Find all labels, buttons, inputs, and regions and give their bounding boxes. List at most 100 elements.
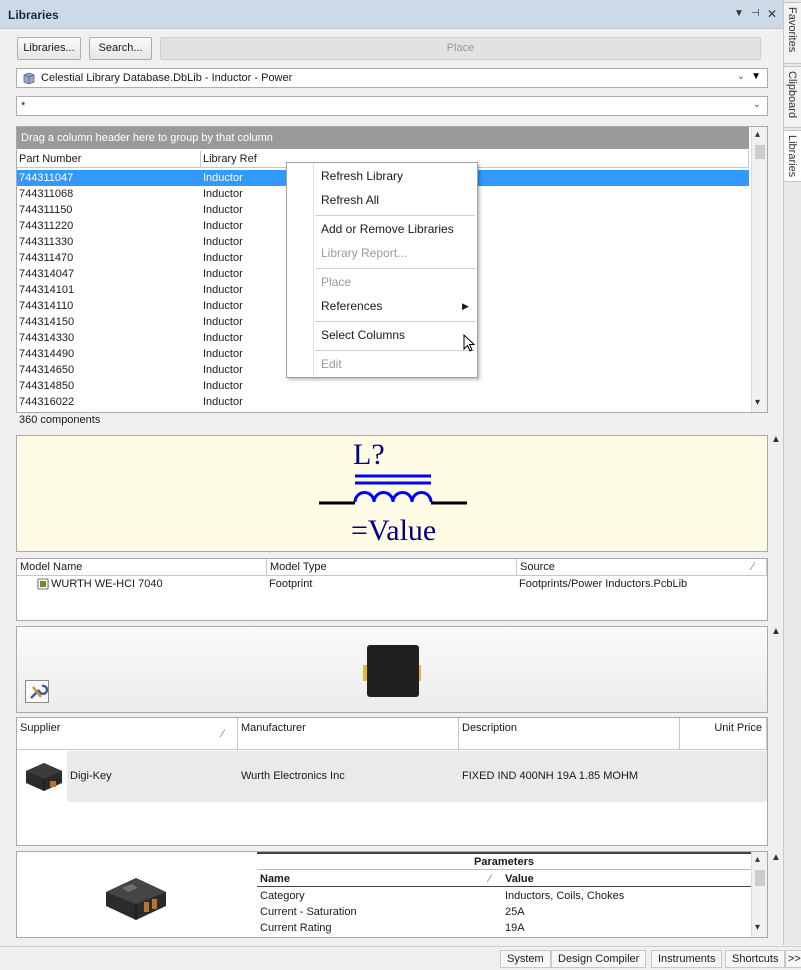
sort-indicator-icon: ⁄ — [222, 728, 224, 740]
chevron-down-bold-icon[interactable]: ▼ — [751, 71, 761, 82]
column-header-model-type[interactable]: Model Type — [267, 559, 517, 576]
menu-item-select-columns[interactable]: Select Columns — [321, 328, 405, 342]
bottom-panel-bar: System Design Compiler Instruments Short… — [0, 946, 801, 970]
more-tabs-button[interactable]: >> — [785, 950, 801, 968]
parameters-panel: Parameters Name ⁄ Value Category Inductor… — [16, 851, 768, 938]
parameter-value-cell: 19A — [505, 922, 525, 934]
menu-item-refresh-library[interactable]: Refresh Library — [321, 169, 403, 183]
tools-button[interactable] — [25, 680, 49, 703]
sort-indicator-icon: ⁄ — [489, 873, 491, 885]
part-number-cell: 744311330 — [19, 236, 74, 248]
context-menu: Refresh Library Refresh All Add or Remov… — [286, 162, 478, 378]
menu-gutter-divider — [313, 163, 314, 377]
database-icon — [23, 72, 35, 85]
table-row[interactable]: WURTH WE-HCI 7040 Footprint Footprints/P… — [17, 576, 767, 592]
side-tab-clipboard[interactable]: Clipboard — [784, 66, 801, 128]
part-number-cell: 744314047 — [19, 268, 75, 280]
column-header-name[interactable]: Name — [260, 873, 290, 885]
side-tab-favorites[interactable]: Favorites — [784, 2, 801, 64]
parameters-header-row: Name ⁄ Value — [257, 871, 751, 887]
chevron-down-icon[interactable]: ⌄ — [753, 99, 761, 110]
menu-item-references[interactable]: References — [321, 299, 382, 313]
tab-shortcuts[interactable]: Shortcuts — [725, 950, 786, 968]
menu-item-edit[interactable]: Edit — [321, 357, 342, 371]
component-count: 360 components — [19, 414, 101, 426]
column-header-model-name[interactable]: Model Name — [17, 559, 267, 576]
filter-input[interactable]: * ⌄ — [16, 96, 768, 116]
place-button[interactable]: Place — [160, 37, 761, 60]
model-source-cell: Footprints/Power Inductors.PcbLib — [519, 578, 688, 590]
chevron-down-icon[interactable]: ⌄ — [737, 71, 745, 82]
description-cell: FIXED IND 400NH 19A 1.85 MOHM — [462, 770, 639, 782]
column-header-manufacturer[interactable]: Manufacturer — [238, 718, 459, 750]
menu-separator — [315, 321, 475, 322]
side-tab-label: Libraries — [786, 135, 798, 178]
column-header-part-number[interactable]: Part Number — [17, 151, 201, 168]
parameters-scrollbar[interactable]: ▴ ▾ — [751, 852, 767, 937]
library-ref-cell: Inductor — [203, 220, 243, 232]
footprint-model-icon — [37, 578, 49, 590]
scroll-down-icon[interactable]: ▾ — [755, 922, 760, 933]
library-ref-cell: Inductor — [203, 380, 243, 392]
libraries-button[interactable]: Libraries... — [17, 37, 81, 60]
column-header-description[interactable]: Description — [459, 718, 680, 750]
library-ref-cell: Inductor — [203, 204, 243, 216]
part-number-cell: 744314150 — [19, 316, 75, 328]
menu-separator — [315, 215, 475, 216]
column-header-value[interactable]: Value — [505, 873, 534, 885]
footprint-preview — [16, 626, 768, 713]
library-select[interactable]: Celestial Library Database.DbLib - Induc… — [16, 68, 768, 88]
menu-item-library-report[interactable]: Library Report... — [321, 246, 407, 260]
scroll-thumb[interactable] — [755, 870, 765, 886]
menu-item-place[interactable]: Place — [321, 275, 351, 289]
menu-item-refresh-all[interactable]: Refresh All — [321, 193, 379, 207]
column-header-unit-price[interactable]: Unit Price — [680, 718, 767, 750]
wrench-icon — [30, 684, 49, 699]
tab-system[interactable]: System — [500, 950, 551, 968]
pin-icon[interactable]: ⊣ — [751, 8, 760, 19]
table-row[interactable]: Digi-Key Wurth Electronics Inc FIXED IND… — [17, 751, 767, 802]
part-number-cell: 744314850 — [19, 380, 75, 392]
tab-design-compiler[interactable]: Design Compiler — [551, 950, 647, 968]
manufacturer-cell: Wurth Electronics Inc — [241, 770, 345, 782]
menu-item-add-remove-libraries[interactable]: Add or Remove Libraries — [321, 222, 454, 236]
side-tab-label: Clipboard — [786, 71, 798, 119]
library-ref-cell: Inductor — [203, 172, 243, 184]
menu-separator — [315, 350, 475, 351]
tab-instruments[interactable]: Instruments — [651, 950, 723, 968]
parameter-name-cell: Current Rating — [260, 922, 332, 934]
panel-title-bar: Libraries ▼ ⊣ ✕ — [0, 0, 783, 29]
grid-scrollbar[interactable]: ▴ ▾ — [751, 127, 767, 412]
schematic-preview: L? =Value — [16, 435, 768, 552]
side-tab-label: Favorites — [786, 7, 798, 53]
table-row[interactable]: 744316022 Inductor — [17, 394, 749, 410]
part-number-cell: 744316022 — [19, 396, 75, 408]
parameter-name-cell: Current - Saturation — [260, 906, 357, 918]
library-ref-cell: Inductor — [203, 284, 243, 296]
search-button[interactable]: Search... — [89, 37, 152, 60]
collapse-caret-icon[interactable]: ▲ — [771, 434, 781, 445]
collapse-caret-icon[interactable]: ▲ — [771, 852, 781, 863]
parameter-row[interactable]: Current - Saturation 25A — [257, 904, 751, 920]
column-header-supplier[interactable]: Supplier — [17, 718, 238, 750]
mouse-cursor-icon — [463, 333, 477, 357]
scroll-down-icon[interactable]: ▾ — [755, 397, 760, 408]
part-number-cell: 744314490 — [19, 348, 75, 360]
collapse-caret-icon[interactable]: ▲ — [771, 626, 781, 637]
library-ref-cell: Inductor — [203, 236, 243, 248]
column-header-source[interactable]: Source — [517, 559, 767, 576]
library-ref-cell: Inductor — [203, 396, 243, 408]
scroll-up-icon[interactable]: ▴ — [755, 854, 760, 865]
parameter-row[interactable]: Category Inductors, Coils, Chokes — [257, 888, 751, 904]
supplier-cell: Digi-Key — [70, 770, 112, 782]
panel-menu-icon[interactable]: ▼ — [734, 8, 744, 19]
side-tab-libraries[interactable]: Libraries — [784, 130, 801, 182]
parameter-row[interactable]: Current Rating 19A — [257, 920, 751, 936]
part-number-cell: 744314101 — [19, 284, 75, 296]
part-number-cell: 744311068 — [19, 188, 74, 200]
scroll-up-icon[interactable]: ▴ — [755, 129, 760, 140]
scroll-thumb[interactable] — [755, 145, 765, 159]
close-icon[interactable]: ✕ — [767, 7, 777, 21]
parameter-value-cell: 25A — [505, 906, 525, 918]
table-row[interactable]: 744314850 Inductor — [17, 378, 749, 394]
